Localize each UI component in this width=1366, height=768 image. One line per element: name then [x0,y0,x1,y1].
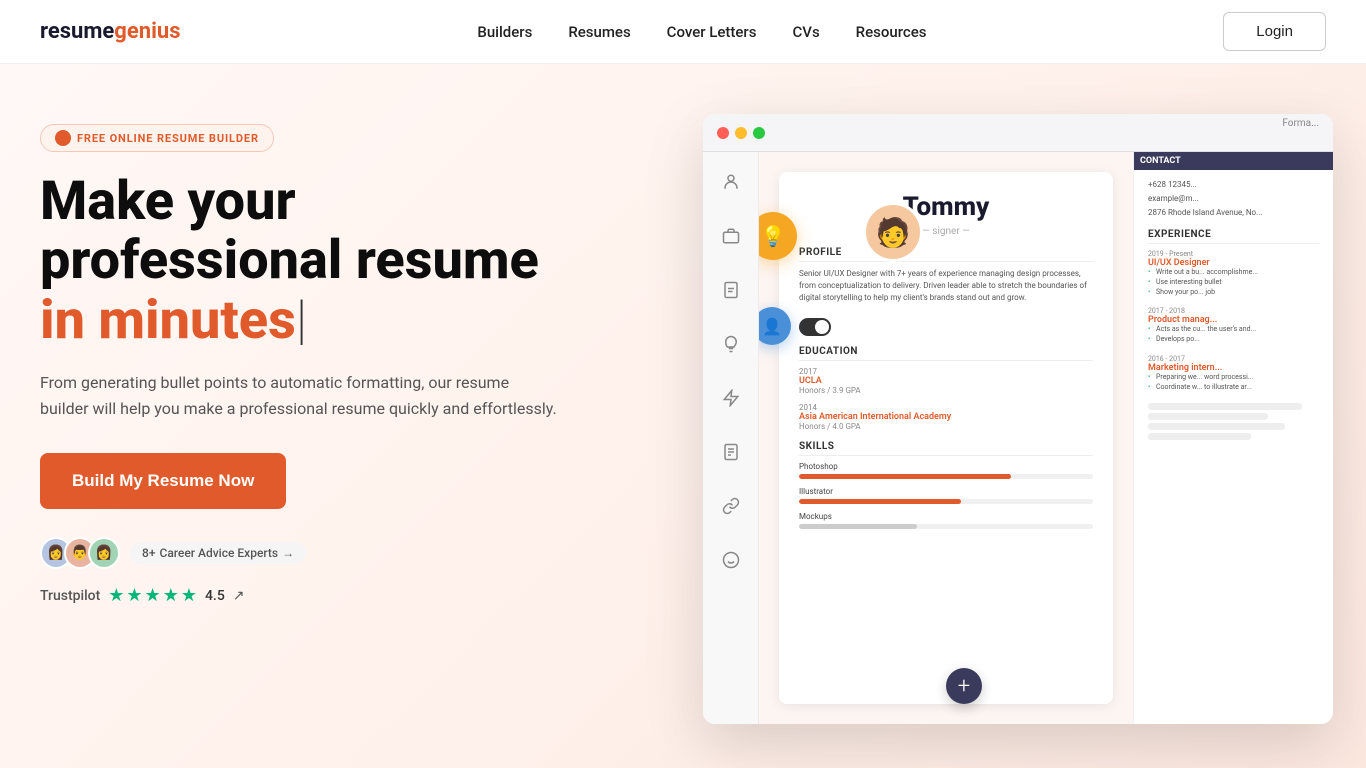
sidebar-briefcase-icon[interactable] [713,218,749,254]
browser-dot-minimize [735,127,747,139]
experience-title: EXPERIENCE [1148,229,1319,244]
social-proof: 👩 👨 👩 8+ Career Advice Experts → [40,537,683,569]
navbar: resumegenius Builders Resumes Cover Lett… [0,0,1366,64]
nav-builders[interactable]: Builders [477,23,532,41]
resume-name: Tommy [799,192,1093,222]
builder-main: 💡 👤 🧑 Tommy — signer — PROFILE Senior UI… [759,152,1333,724]
nav-resources[interactable]: Resources [856,23,927,41]
sidebar-lightbulb-icon[interactable] [713,326,749,362]
resume-right-panel: CONTACT +628 12345... example@m... 2876 … [1133,152,1333,724]
exp-item-3: 2016 - 2017 Marketing intern... Preparin… [1148,355,1319,393]
browser-mockup: Forma... [703,114,1333,724]
contact-email: example@m... [1148,194,1319,203]
stars: ★ ★ ★ ★ ★ [108,585,197,606]
logo-resume-text: resume [40,19,114,44]
star-3: ★ [145,585,161,606]
nav-cvs[interactable]: CVs [792,23,819,41]
resume-card: 🧑 Tommy — signer — PROFILE Senior UI/UX … [779,172,1113,704]
nav-links: Builders Resumes Cover Letters CVs Resou… [477,23,926,41]
browser-content: 💡 👤 🧑 Tommy — signer — PROFILE Senior UI… [703,152,1333,724]
toggle[interactable] [799,318,831,336]
hero-description: From generating bullet points to automat… [40,370,560,421]
sidebar-bolt-icon[interactable] [713,380,749,416]
cursor: | [296,289,307,352]
browser-bar: Forma... [703,114,1333,152]
badge-text: FREE ONLINE RESUME BUILDER [77,132,259,145]
education-section-title: EDUCATION [799,346,1093,361]
skill-photoshop: Photoshop [799,462,1093,479]
sidebar-person-icon[interactable] [713,164,749,200]
hero-title: Make your professional resume in minutes… [40,172,683,350]
skills-section-title: SKILLS [799,441,1093,456]
trustpilot-row: Trustpilot ★ ★ ★ ★ ★ 4.5 ↗ [40,585,683,606]
logo-genius-text: genius [114,19,180,44]
contact-title: CONTACT [1134,152,1333,170]
avatars: 👩 👨 👩 [40,537,120,569]
expert-label: Career Advice Experts [159,546,278,560]
skill-illustrator: Illustrator [799,487,1093,504]
trustpilot-label: Trustpilot [40,588,100,604]
edu-item-2: 2014 Asia American International Academy… [799,403,1093,431]
expert-count: 8+ [142,546,155,560]
toggle-row [799,318,1093,336]
star-1: ★ [108,585,124,606]
sidebar-smiley-icon[interactable] [713,542,749,578]
cta-button[interactable]: Build My Resume Now [40,453,286,509]
star-2: ★ [126,585,142,606]
resume-role: — signer — [799,226,1093,237]
resume-preview: 🧑 Tommy — signer — PROFILE Senior UI/UX … [759,152,1133,724]
exp-item-1: 2019 - Present UI/UX Designer Write out … [1148,250,1319,297]
sidebar-link-icon[interactable] [713,488,749,524]
contact-address: 2876 Rhode Island Avenue, No... [1148,208,1319,217]
avatar-3: 👩 [88,537,120,569]
nav-resumes[interactable]: Resumes [568,23,630,41]
resume-avatar: 🧑 [863,202,923,262]
format-label: Forma... [1282,118,1319,129]
contact-phone: +628 12345... [1148,180,1319,189]
hero-title-line2: professional resume [40,229,539,292]
add-section-button[interactable]: + [946,668,982,704]
sidebar-document-icon[interactable] [713,272,749,308]
hero-left: FREE ONLINE RESUME BUILDER Make your pro… [40,64,683,606]
hero-section: FREE ONLINE RESUME BUILDER Make your pro… [0,64,1366,768]
sidebar-file-icon[interactable] [713,434,749,470]
browser-dot-close [717,127,729,139]
edu-item-1: 2017 UCLA Honors / 3.9 GPA [799,367,1093,395]
exp-item-2: 2017 - 2018 Product manag... Acts as the… [1148,307,1319,345]
hero-title-accent: in minutes| [40,289,307,352]
hero-title-line1: Make your [40,170,296,233]
nav-cover-letters[interactable]: Cover Letters [667,23,757,41]
star-half: ★ [181,585,197,606]
placeholder-lines [1148,403,1319,440]
star-4: ★ [163,585,179,606]
trustpilot-link-arrow[interactable]: ↗ [233,588,245,604]
badge-icon [55,130,71,146]
login-button[interactable]: Login [1223,12,1326,51]
builder-sidebar [703,152,759,724]
profile-text: Senior UI/UX Designer with 7+ years of e… [799,268,1093,304]
profile-section-title: PROFILE [799,247,1093,262]
badge: FREE ONLINE RESUME BUILDER [40,124,274,152]
expert-arrow: → [282,546,294,560]
skill-mockups: Mockups [799,512,1093,529]
hero-right: Forma... [683,64,1333,724]
logo[interactable]: resumegenius [40,19,181,44]
rating-number: 4.5 [205,588,225,604]
expert-badge: 8+ Career Advice Experts → [130,542,306,564]
browser-dot-maximize [753,127,765,139]
